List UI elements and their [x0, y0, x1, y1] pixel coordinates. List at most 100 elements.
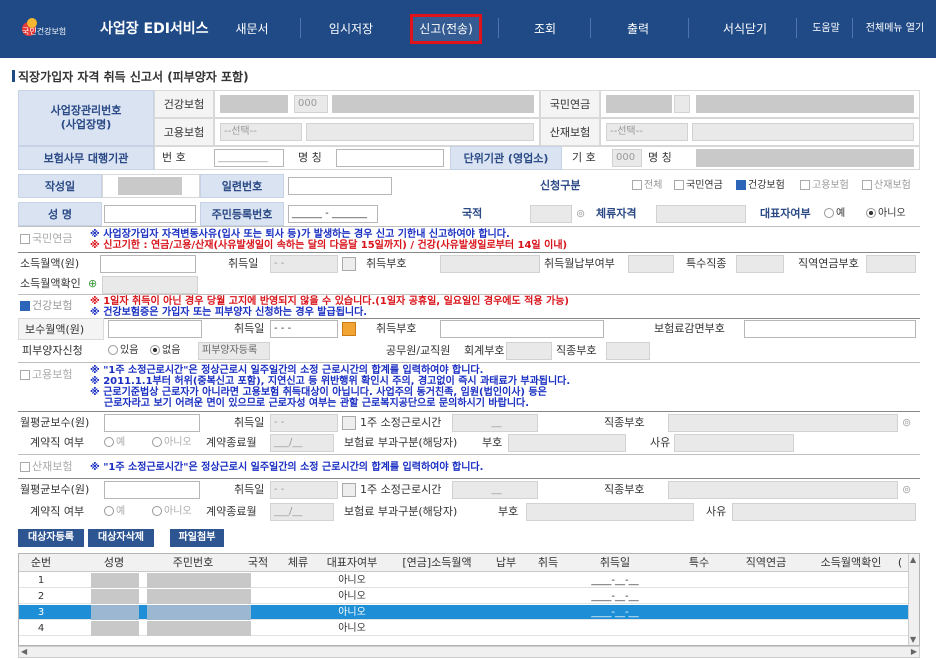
grid-header-cell[interactable]: 취득 — [531, 554, 565, 572]
nav-new-document[interactable]: 새문서 — [225, 0, 279, 58]
employ-biz-name[interactable] — [306, 123, 534, 141]
grid-header-cell[interactable]: 납부 — [489, 554, 523, 572]
grid-header-cell[interactable]: [연금]소득월액 — [389, 554, 485, 572]
employ-week-hours-input[interactable]: __ — [452, 414, 538, 432]
accident-contract-no-radio[interactable]: 아니오 — [152, 503, 192, 521]
dependent-register-button[interactable]: 피부양자등록 — [198, 342, 270, 360]
calendar-icon[interactable] — [342, 416, 356, 430]
table-row[interactable]: 1 아니오 ____-__-__ — [19, 573, 909, 588]
health-acq-date-input[interactable]: - - - — [270, 320, 338, 338]
health-account-select[interactable] — [506, 342, 552, 360]
calendar-icon[interactable] — [342, 322, 356, 336]
employ-job-select[interactable] — [668, 414, 898, 432]
rrn-input[interactable]: ______ - _______ — [288, 205, 378, 223]
unit-code[interactable]: 000 — [612, 149, 642, 167]
agency-name-input[interactable] — [336, 149, 444, 167]
accident-biz-name[interactable] — [692, 123, 914, 141]
grid-header-cell[interactable]: ( — [893, 554, 907, 572]
table-row[interactable]: 2 아니오 ____-__-__ — [19, 589, 909, 604]
employ-reason-select[interactable] — [674, 434, 794, 452]
accident-acq-date-input[interactable]: - - — [270, 481, 338, 499]
table-row-selected[interactable]: 3 아니오 ____-__-__ — [19, 605, 909, 620]
grid-header-cell[interactable]: 직역연금 — [731, 554, 801, 572]
grid-header-cell[interactable]: 주민번호 — [153, 554, 233, 572]
accident-job-search-icon[interactable]: ⊚ — [902, 481, 911, 499]
table-row[interactable]: 4 아니오 — [19, 621, 909, 636]
apply-employ[interactable]: 고용보험 — [800, 177, 849, 195]
health-acq-code-select[interactable] — [440, 320, 604, 338]
pension-section-toggle[interactable]: 국민연금 — [20, 230, 72, 248]
accident-biz-select[interactable]: --선택-- — [606, 123, 688, 141]
employ-contract-yes-radio[interactable]: 예 — [104, 434, 125, 452]
serial-input[interactable] — [288, 177, 392, 195]
accident-week-hours-input[interactable]: __ — [452, 481, 538, 499]
apply-all[interactable]: 전체 — [632, 177, 662, 195]
grid-horizontal-scrollbar[interactable]: ◀ ▶ — [18, 646, 920, 658]
pension-income-check-select[interactable] — [102, 276, 198, 294]
employ-biz-select[interactable]: --선택-- — [220, 123, 302, 141]
accident-contract-end-input[interactable]: ___/__ — [270, 503, 334, 521]
accident-job-select[interactable] — [668, 481, 898, 499]
grid-header-cell[interactable]: 소득월액확인 — [811, 554, 891, 572]
nationality-select[interactable] — [530, 205, 572, 223]
accident-reason-select[interactable] — [732, 503, 916, 521]
accident-avg-pay-input[interactable] — [104, 481, 200, 499]
grid-header-cell[interactable]: 국적 — [241, 554, 275, 572]
nav-submit-button[interactable]: 신고(전송) — [410, 14, 482, 44]
nav-print[interactable]: 출력 — [618, 0, 658, 58]
employ-avg-pay-input[interactable] — [104, 414, 200, 432]
income-check-search-icon[interactable]: ⊕ — [88, 275, 97, 293]
employ-job-search-icon[interactable]: ⊚ — [902, 414, 911, 432]
employ-contract-no-radio[interactable]: 아니오 — [152, 434, 192, 452]
accident-contract-yes-radio[interactable]: 예 — [104, 503, 125, 521]
grid-header-cell[interactable]: 대표자여부 — [317, 554, 387, 572]
pension-acq-code-select[interactable] — [440, 255, 540, 273]
add-target-button[interactable]: 대상자등록 — [18, 529, 84, 547]
pension-special-select[interactable] — [736, 255, 784, 273]
grid-header-cell[interactable]: 체류 — [281, 554, 315, 572]
pension-job-select[interactable] — [866, 255, 916, 273]
nationality-search-icon[interactable]: ⊚ — [576, 205, 585, 223]
grid-header-cell[interactable]: 성명 — [89, 554, 139, 572]
pension-biz-dropdown[interactable] — [674, 95, 690, 113]
accident-code-select[interactable] — [526, 503, 694, 521]
pension-monthly-pay-select[interactable] — [628, 255, 674, 273]
grid-vertical-scrollbar[interactable]: ▲ ▼ — [908, 554, 919, 645]
nav-help[interactable]: 도움말 — [804, 0, 848, 58]
grid-header-cell[interactable]: 특수 — [679, 554, 719, 572]
rep-yes-radio[interactable]: 예 — [824, 205, 845, 223]
attach-file-button[interactable]: 파일첨부 — [170, 529, 224, 547]
nav-all-menu[interactable]: 전체메뉴 열기 — [856, 0, 934, 58]
scroll-left-icon[interactable]: ◀ — [21, 647, 27, 656]
stay-select[interactable] — [656, 205, 746, 223]
agency-no-input[interactable]: __________ — [214, 149, 284, 167]
grid-header-cell[interactable]: 순번 — [23, 554, 59, 572]
scroll-right-icon[interactable]: ▶ — [911, 647, 917, 656]
apply-pension[interactable]: 국민연금 — [674, 177, 723, 195]
health-section-toggle[interactable]: 건강보험 — [20, 297, 72, 315]
nav-lookup[interactable]: 조회 — [525, 0, 565, 58]
delete-target-button[interactable]: 대상자삭제 — [88, 529, 154, 547]
nav-temp-save[interactable]: 임시저장 — [316, 0, 386, 58]
pension-acq-date-input[interactable]: - - — [270, 255, 338, 273]
dependent-yes-radio[interactable]: 있음 — [108, 342, 138, 360]
health-biz-code[interactable]: 000 — [294, 95, 328, 113]
accident-section-toggle[interactable]: 산재보험 — [20, 458, 72, 476]
dependent-no-radio[interactable]: 없음 — [150, 342, 180, 360]
scroll-down-icon[interactable]: ▼ — [910, 635, 918, 645]
nav-close-form[interactable]: 서식닫기 — [710, 0, 780, 58]
grid-header-cell[interactable]: 취득일 — [575, 554, 655, 572]
scroll-up-icon[interactable]: ▲ — [910, 555, 918, 565]
rep-no-radio[interactable]: 아니오 — [866, 205, 906, 223]
employ-section-toggle[interactable]: 고용보험 — [20, 366, 72, 384]
person-name-input[interactable] — [104, 205, 196, 223]
health-job-select[interactable] — [606, 342, 650, 360]
pension-income-input[interactable] — [100, 255, 196, 273]
health-pay-input[interactable] — [108, 320, 202, 338]
employ-acq-date-input[interactable]: - - — [270, 414, 338, 432]
calendar-icon[interactable] — [342, 483, 356, 497]
calendar-icon[interactable] — [342, 257, 356, 271]
apply-accident[interactable]: 산재보험 — [862, 177, 911, 195]
apply-health[interactable]: 건강보험 — [736, 177, 785, 195]
health-reduce-select[interactable] — [744, 320, 916, 338]
